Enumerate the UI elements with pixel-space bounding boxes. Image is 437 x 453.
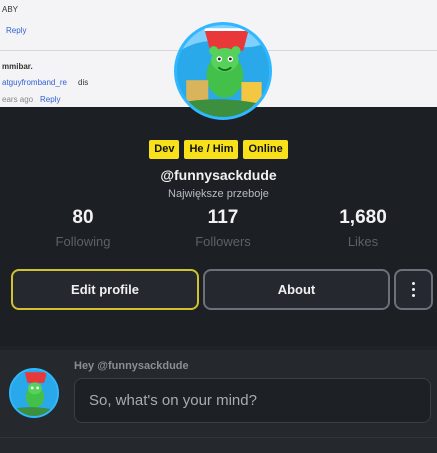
stat-following[interactable]: 80 Following: [23, 207, 143, 250]
following-count: 80: [72, 207, 94, 228]
gummy-bear-avatar-icon: [11, 370, 57, 416]
reply-link[interactable]: Reply: [40, 95, 60, 104]
following-label: Following: [55, 234, 111, 249]
profile-badges: Dev He / Him Online: [0, 140, 437, 159]
followers-count: 117: [207, 207, 239, 228]
divider: [0, 437, 437, 438]
badge-dev: Dev: [149, 140, 180, 159]
composer-avatar: [9, 368, 59, 418]
likes-label: Likes: [347, 234, 379, 249]
edit-profile-button[interactable]: Edit profile: [11, 269, 199, 310]
reply-link[interactable]: Reply: [6, 26, 26, 35]
likes-count: 1,680: [339, 207, 387, 228]
more-options-button[interactable]: [394, 269, 433, 310]
post-input[interactable]: So, what's on your mind?: [74, 378, 431, 423]
comment-text: dis: [78, 78, 89, 87]
badge-online: Online: [243, 140, 288, 159]
stat-likes[interactable]: 1,680 Likes: [303, 207, 423, 250]
comment-author: mmibar.: [2, 62, 33, 71]
gummy-bear-avatar-icon: [177, 25, 269, 117]
about-button[interactable]: About: [203, 269, 390, 310]
profile-subtitle: Największe przeboje: [168, 188, 269, 200]
profile-username: @funnysackdude: [160, 167, 277, 183]
stat-followers[interactable]: 117 Followers: [163, 207, 283, 250]
followers-label: Followers: [195, 234, 251, 249]
profile-avatar[interactable]: [174, 22, 272, 120]
comment-mention-link[interactable]: atguyfromband_re: [2, 78, 67, 87]
badge-pronouns: He / Him: [184, 140, 239, 159]
comment-timestamp: ears ago: [2, 95, 34, 104]
comment-text: ABY: [2, 5, 19, 14]
vertical-dots-icon: [412, 282, 415, 297]
composer-greeting: Hey @funnysackdude: [74, 360, 189, 372]
